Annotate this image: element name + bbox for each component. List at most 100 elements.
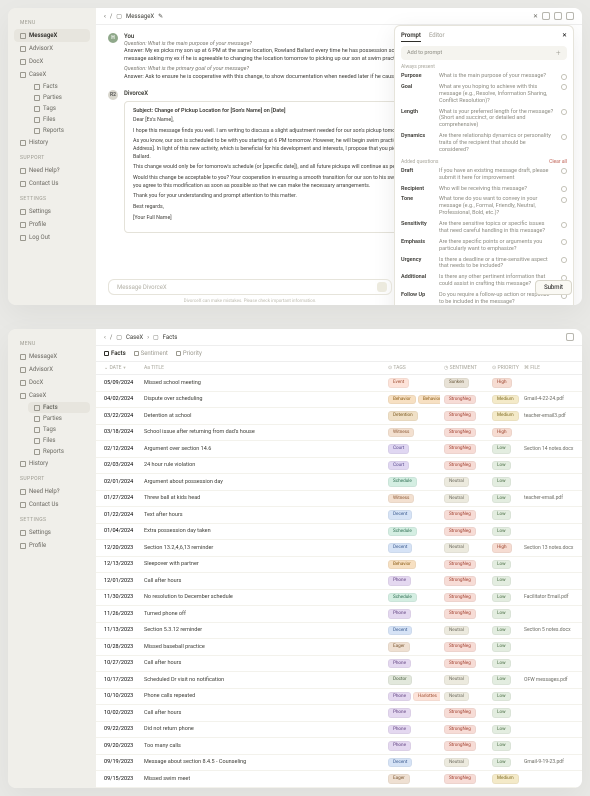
expand-icon[interactable] <box>566 12 574 20</box>
tab-facts[interactable]: Facts <box>104 350 126 357</box>
table-row[interactable]: 10/28/2023Missed baseball practiceEagerS… <box>96 639 582 656</box>
composer-input[interactable]: Message DivorceX <box>108 279 392 295</box>
info-icon[interactable] <box>561 197 567 203</box>
table-row[interactable]: 12/01/2023Call after hoursPhoneStrongNeg… <box>96 573 582 590</box>
sidebar-item-history[interactable]: History <box>14 136 90 149</box>
sidebar-support-item[interactable]: Need Help? <box>14 164 90 177</box>
table-row[interactable]: 04/02/2024Dispute over schedulingBehavio… <box>96 392 582 409</box>
table-row[interactable]: 10/02/2023Call after hoursPhoneStrongNeg… <box>96 705 582 722</box>
sidebar-sub-reports[interactable]: Reports <box>28 125 90 136</box>
table-row[interactable]: 02/12/2024Argument over section 14.6Cour… <box>96 441 582 458</box>
cell-file[interactable]: Section 13 notes.docx <box>524 545 574 551</box>
info-icon[interactable] <box>561 84 567 90</box>
info-icon[interactable] <box>561 239 567 245</box>
info-icon[interactable] <box>561 74 567 80</box>
info-icon[interactable] <box>561 186 567 192</box>
col-date[interactable]: ⌄ DATE▼ <box>104 365 140 371</box>
sidebar-support-item[interactable]: Need Help? <box>14 485 90 498</box>
info-icon[interactable] <box>561 257 567 263</box>
sidebar-settings-item[interactable]: Settings <box>14 526 90 539</box>
prompt-field-goal[interactable]: GoalWhat are you hoping to achieve with … <box>401 82 567 107</box>
prompt-field-draft[interactable]: DraftIf you have an existing message dra… <box>401 166 567 184</box>
table-row[interactable]: 10/17/2023Scheduled Dr visit no notifica… <box>96 672 582 689</box>
panel-close-icon[interactable]: ✕ <box>562 32 567 42</box>
table-row[interactable]: 09/19/2023Message about section 8.4.5 - … <box>96 755 582 772</box>
table-row[interactable]: 10/10/2023Phone calls repeatedPhoneHarlo… <box>96 689 582 706</box>
plus-icon[interactable] <box>566 333 574 341</box>
topbar-icon[interactable] <box>542 12 550 20</box>
table-row[interactable]: 02/03/202424 hour rule violationCourtStr… <box>96 458 582 475</box>
table-row[interactable]: 09/22/2023Did not return phonePhoneStron… <box>96 722 582 739</box>
sidebar-item-history-2[interactable]: History <box>14 457 90 470</box>
info-icon[interactable] <box>561 109 567 115</box>
close-icon[interactable]: ✕ <box>533 13 538 20</box>
back-icon[interactable]: ‹ <box>104 334 106 341</box>
sidebar-sub-tags[interactable]: Tags <box>28 424 90 435</box>
table-row[interactable]: 11/13/2023Section 5.3.12 reminderDecentN… <box>96 623 582 640</box>
fullscreen-icon[interactable] <box>554 12 562 20</box>
sidebar-settings-item[interactable]: Profile <box>14 218 90 231</box>
prompt-field-sensitivity[interactable]: SensitivityAre there sensitive topics or… <box>401 219 567 237</box>
breadcrumb-b[interactable]: Facts <box>163 334 178 341</box>
info-icon[interactable] <box>561 168 567 174</box>
submit-button[interactable]: Submit <box>535 280 572 295</box>
sidebar-item-docx[interactable]: DocX <box>14 55 90 68</box>
back-icon[interactable]: ‹ <box>104 13 106 20</box>
sidebar-sub-reports[interactable]: Reports <box>28 446 90 457</box>
breadcrumb-root[interactable]: / <box>110 13 112 20</box>
prompt-field-purpose[interactable]: PurposeWhat is the main purpose of your … <box>401 71 567 82</box>
sidebar-settings-item[interactable]: Profile <box>14 539 90 552</box>
sidebar-sub-parties[interactable]: Parties <box>28 92 90 103</box>
info-icon[interactable] <box>561 222 567 228</box>
sidebar-settings-item[interactable]: Log Out <box>14 231 90 244</box>
sidebar-support-item[interactable]: Contact Us <box>14 177 90 190</box>
sidebar-item-casex[interactable]: CaseX <box>14 68 90 81</box>
prompt-field-tone[interactable]: ToneWhat tone do you want to convey in y… <box>401 194 567 219</box>
sidebar-support-item[interactable]: Contact Us <box>14 498 90 511</box>
info-icon[interactable] <box>561 134 567 140</box>
edit-icon[interactable]: ✎ <box>158 13 163 20</box>
tab-editor[interactable]: Editor <box>429 32 445 42</box>
send-icon[interactable] <box>377 282 387 292</box>
table-row[interactable]: 03/18/2024School issue after returning f… <box>96 425 582 442</box>
sidebar-item-messagex[interactable]: MessageX <box>14 29 90 42</box>
sidebar-item-docx[interactable]: DocX <box>14 376 90 389</box>
prompt-field-emphasis[interactable]: EmphasisAre there specific points or arg… <box>401 237 567 255</box>
cell-file[interactable]: teacher-email3.pdf <box>524 413 574 419</box>
tab-sentiment[interactable]: Sentiment <box>134 350 168 357</box>
add-to-prompt[interactable]: Add to prompt＋ <box>401 46 567 60</box>
prompt-field-dynamics[interactable]: DynamicsAre there relationship dynamics … <box>401 131 567 156</box>
sidebar-settings-item[interactable]: Settings <box>14 205 90 218</box>
table-row[interactable]: 01/04/2024Extra possession day takenSche… <box>96 524 582 541</box>
table-row[interactable]: 12/13/2023Sleepover with partnerBehavior… <box>96 557 582 574</box>
cell-file[interactable]: OFW messages.pdf <box>524 677 574 683</box>
col-title[interactable]: Aa TITLE <box>144 365 384 371</box>
breadcrumb-a[interactable]: CaseX <box>126 334 143 341</box>
cell-file[interactable]: Facilitator Email.pdf <box>524 594 574 600</box>
clear-all-button[interactable]: Clear all <box>549 159 567 165</box>
sidebar-sub-files[interactable]: Files <box>28 114 90 125</box>
table-row[interactable]: 09/15/2023Missed swim meetEagerStrongNeg… <box>96 771 582 788</box>
cell-file[interactable]: Gmail-4-22-24.pdf <box>524 396 574 402</box>
sidebar-sub-files[interactable]: Files <box>28 435 90 446</box>
sidebar-sub-tags[interactable]: Tags <box>28 103 90 114</box>
cell-file[interactable]: teacher-email.pdf <box>524 495 574 501</box>
table-row[interactable]: 05/09/2024Missed school meetingEventSunk… <box>96 375 582 392</box>
table-row[interactable]: 09/20/2023Too many callsPhoneStrongNegLo… <box>96 738 582 755</box>
sidebar-item-advisorx[interactable]: AdvisorX <box>14 42 90 55</box>
table-row[interactable]: 11/30/2023No resolution to December sche… <box>96 590 582 607</box>
table-row[interactable]: 12/20/2023Section 13.2,4,6,13 reminderDe… <box>96 540 582 557</box>
prompt-field-urgency[interactable]: UrgencyIs there a deadline or a time-sen… <box>401 255 567 273</box>
sidebar-sub-facts[interactable]: Facts <box>28 81 90 92</box>
table-row[interactable]: 10/27/2023Call after hoursPhoneStrongNeg… <box>96 656 582 673</box>
prompt-field-length[interactable]: LengthWhat is your preferred length for … <box>401 107 567 132</box>
prompt-field-recipient[interactable]: RecipientWho will be receiving this mess… <box>401 184 567 195</box>
sidebar-item-advisorx[interactable]: AdvisorX <box>14 363 90 376</box>
cell-file[interactable]: Section 5 notes.docx <box>524 627 574 633</box>
sidebar-item-casex[interactable]: CaseX <box>14 389 90 402</box>
cell-file[interactable]: Gmail-9-19-23.pdf <box>524 759 574 765</box>
table-row[interactable]: 03/22/2024Detention at schoolDetentionSt… <box>96 408 582 425</box>
sidebar-item-messagex[interactable]: MessageX <box>14 350 90 363</box>
table-row[interactable]: 02/01/2024Argument about possession dayS… <box>96 474 582 491</box>
breadcrumb-root-2[interactable]: / <box>110 334 112 341</box>
